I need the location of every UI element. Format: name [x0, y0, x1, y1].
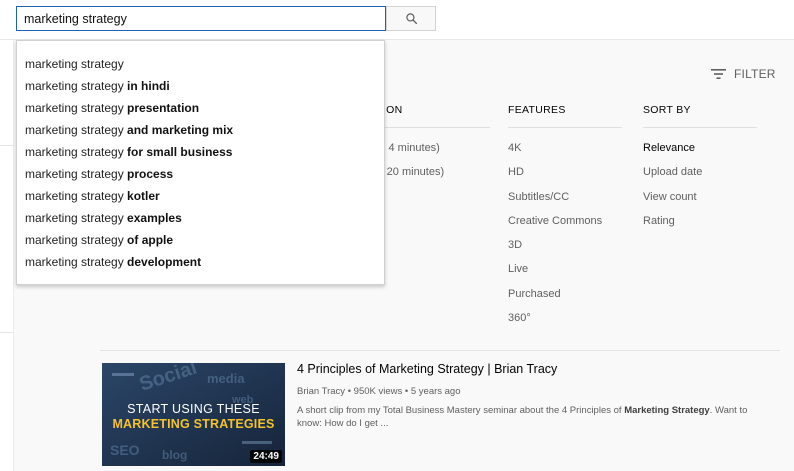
- suggestion-item[interactable]: marketing strategy presentation: [17, 97, 384, 119]
- filter-header-sort-by: SORT BY: [643, 104, 757, 128]
- search-suggestions-dropdown: marketing strategy marketing strategy in…: [16, 40, 385, 285]
- suggestion-item[interactable]: marketing strategy process: [17, 163, 384, 185]
- filter-column-duration: DURATION Short (< 4 minutes) Long (> 20 …: [382, 104, 490, 185]
- view-count: 950K views: [353, 386, 403, 397]
- filter-column-features: FEATURES 4K HD Subtitles/CC Creative Com…: [508, 104, 622, 330]
- filter-label: FILTER: [734, 67, 776, 81]
- thumb-word: SEO: [110, 442, 140, 458]
- thumbnail-caption-line2: MARKETING STRATEGIES: [112, 417, 275, 431]
- upload-age: 5 years ago: [410, 386, 461, 397]
- sort-option-view-count[interactable]: View count: [643, 185, 757, 209]
- filter-option-live[interactable]: Live: [508, 257, 622, 281]
- suggestion-item[interactable]: marketing strategy examples: [17, 207, 384, 229]
- filter-option-long[interactable]: Long (> 20 minutes): [382, 160, 490, 184]
- search-icon: [405, 13, 417, 25]
- filter-icon: [711, 69, 726, 79]
- sort-option-upload-date[interactable]: Upload date: [643, 160, 757, 184]
- filter-divider: [100, 350, 780, 351]
- suggestion-item[interactable]: marketing strategy development: [17, 251, 384, 273]
- duration-badge: 24:49: [250, 450, 282, 463]
- suggestion-item[interactable]: marketing strategy for small business: [17, 141, 384, 163]
- filter-option-3d[interactable]: 3D: [508, 233, 622, 257]
- filter-option-hd[interactable]: HD: [508, 160, 622, 184]
- filter-header-features: FEATURES: [508, 104, 622, 128]
- filter-option-short[interactable]: Short (< 4 minutes): [382, 136, 490, 160]
- video-description: A short clip from my Total Business Mast…: [297, 405, 748, 429]
- video-thumbnail[interactable]: Social media SEO web blog START USING TH…: [102, 363, 285, 466]
- suggestion-item[interactable]: marketing strategy in hindi: [17, 75, 384, 97]
- guide-divider: [0, 145, 14, 146]
- filter-header-duration: DURATION: [382, 104, 490, 128]
- masthead: [0, 0, 794, 40]
- left-guide-strip: [0, 40, 14, 471]
- video-meta: Brian Tracy • 950K views • 5 years ago: [297, 386, 461, 397]
- video-title-link[interactable]: 4 Principles of Marketing Strategy | Bri…: [297, 362, 557, 376]
- filter-option-purchased[interactable]: Purchased: [508, 282, 622, 306]
- sort-option-rating[interactable]: Rating: [643, 209, 757, 233]
- filter-toggle-button[interactable]: FILTER: [711, 65, 776, 83]
- filter-column-sort-by: SORT BY Relevance Upload date View count…: [643, 104, 757, 233]
- sort-option-relevance[interactable]: Relevance: [643, 136, 757, 160]
- search-button[interactable]: [386, 6, 436, 31]
- search-input[interactable]: [16, 6, 386, 31]
- guide-divider: [0, 332, 14, 333]
- suggestion-item[interactable]: marketing strategy of apple: [17, 229, 384, 251]
- thumbnail-caption-line1: START USING THESE: [127, 402, 260, 416]
- filter-option-subtitles[interactable]: Subtitles/CC: [508, 185, 622, 209]
- video-result: Social media SEO web blog START USING TH…: [102, 362, 782, 467]
- thumb-word: media: [207, 371, 245, 386]
- suggestion-item[interactable]: marketing strategy and marketing mix: [17, 119, 384, 141]
- channel-name-link[interactable]: Brian Tracy: [297, 386, 345, 397]
- description-highlight: Marketing Strategy: [624, 405, 710, 416]
- suggestion-item[interactable]: marketing strategy: [17, 53, 384, 75]
- thumb-word: blog: [162, 448, 187, 462]
- filter-option-360[interactable]: 360°: [508, 306, 622, 330]
- suggestion-item[interactable]: marketing strategy kotler: [17, 185, 384, 207]
- filter-option-creative-commons[interactable]: Creative Commons: [508, 209, 622, 233]
- filter-option-4k[interactable]: 4K: [508, 136, 622, 160]
